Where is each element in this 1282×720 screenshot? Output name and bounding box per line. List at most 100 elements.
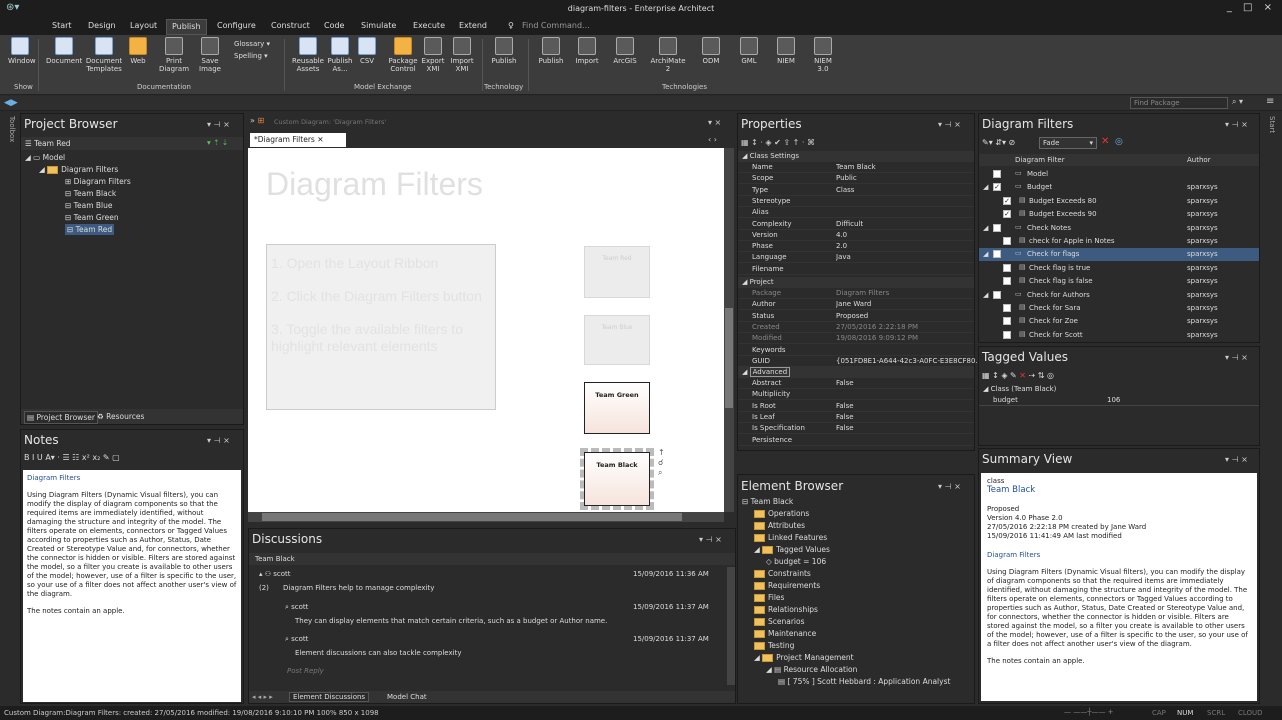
gml-button[interactable]: GML <box>738 37 760 65</box>
panel-controls[interactable]: ▾ ⊣ × <box>207 120 230 129</box>
web-button[interactable]: Web <box>127 37 149 65</box>
expand-icon[interactable]: ◢ <box>983 183 988 191</box>
element-tree-item[interactable]: ◢ Project Management <box>754 653 854 662</box>
panel-controls[interactable]: ▾ ⊣ × <box>1225 353 1248 362</box>
panel-controls[interactable]: ▾ ⊣ × <box>1225 120 1248 129</box>
tag-row[interactable]: budget 106 <box>979 395 1259 406</box>
property-row[interactable]: Phase 2.0 <box>738 241 974 253</box>
tab-extend[interactable]: Extend <box>459 21 487 30</box>
filter-mode-select[interactable]: Fade ▾ <box>1039 137 1097 149</box>
filter-checkbox[interactable] <box>1003 277 1011 286</box>
filter-checkbox[interactable]: ✓ <box>1003 210 1011 219</box>
filter-checkbox[interactable] <box>1003 263 1011 272</box>
filter-row[interactable]: ◢ ▭ Check for Authors sparxsys <box>979 289 1259 302</box>
print-diagram-button[interactable]: Print Diagram <box>156 37 192 73</box>
property-row[interactable]: Alias <box>738 207 974 219</box>
col-header-author[interactable]: Author <box>1187 156 1211 164</box>
property-row[interactable]: Is Root False <box>738 401 974 412</box>
property-row[interactable]: Multiplicity <box>738 389 974 401</box>
filter-row[interactable]: ◢ ✓ ▭ Budget sparxsys <box>979 181 1259 194</box>
filter-row[interactable]: ▤ Check for Scott sparxsys <box>979 329 1259 342</box>
niem3-button[interactable]: NIEM 3.0 <box>810 37 836 73</box>
import-tech-button[interactable]: Import <box>574 37 600 65</box>
element-tree-item[interactable]: Files <box>754 593 784 602</box>
zoom-slider[interactable]: — ——┼—— + <box>1064 708 1114 716</box>
tab-diagram-filters[interactable]: *Diagram Filters ✕ <box>250 133 346 147</box>
element-tree-item[interactable]: ⊟ Team Black <box>742 497 793 506</box>
panel-controls[interactable]: ▾ ⊣ × <box>699 535 722 544</box>
tab-resources[interactable]: ♻ Resources <box>97 412 144 421</box>
tree-item-team-blue[interactable]: ⊟ Team Blue <box>65 201 112 210</box>
filter-row[interactable]: ▤ Check flag is false sparxsys <box>979 275 1259 288</box>
spelling-button[interactable]: Spelling ▾ <box>234 52 268 60</box>
element-tree-item[interactable]: Relationships <box>754 605 818 614</box>
tab-publish[interactable]: Publish <box>166 19 207 35</box>
odm-button[interactable]: ODM <box>700 37 722 65</box>
element-tree-item[interactable]: Attributes <box>754 521 805 530</box>
search-icon[interactable]: ⌕ ▾ <box>1232 97 1243 107</box>
post-reply-link[interactable]: Post Reply <box>287 667 324 675</box>
document-button[interactable]: Document <box>46 37 82 65</box>
filter-checkbox[interactable]: ✓ <box>1003 196 1011 205</box>
horizontal-scrollbar[interactable] <box>248 512 724 522</box>
tree-item-model[interactable]: ◢ ▭ Model <box>25 153 65 162</box>
panel-controls[interactable]: ▾ × <box>708 118 721 127</box>
element-tree-item[interactable]: ◢ Tagged Values <box>754 545 830 554</box>
property-row[interactable]: Keywords <box>738 345 974 356</box>
expand-icon[interactable]: ◢ <box>983 224 988 232</box>
panel-controls[interactable]: ▾ ⊣ × <box>207 436 230 445</box>
filter-checkbox[interactable] <box>1003 304 1011 312</box>
filter-checkbox[interactable] <box>993 250 1001 259</box>
find-command-input[interactable]: Find Command... <box>522 21 590 30</box>
property-row[interactable]: Author Jane Ward <box>738 299 974 311</box>
section-advanced[interactable]: ◢ Advanced <box>738 367 974 378</box>
property-row[interactable]: Modified 19/08/2016 9:09:12 PM <box>738 333 974 345</box>
tag-group[interactable]: ◢ Class (Team Black) <box>983 385 1056 393</box>
root-package-selector[interactable]: ☰ Team Red <box>25 139 71 148</box>
window-button[interactable]: Window <box>8 37 36 65</box>
expand-icon[interactable]: ◢ <box>983 291 988 299</box>
filters-toolbar-icons[interactable]: ✎▾ ⇵▾ ⊘ <box>982 138 1015 147</box>
property-row[interactable]: Stereotype <box>738 196 974 207</box>
tab-code[interactable]: Code <box>324 21 344 30</box>
filter-checkbox[interactable] <box>1003 317 1011 326</box>
window-controls[interactable]: _ □ × <box>1227 2 1276 13</box>
col-header-filter[interactable]: Diagram Filter <box>1015 156 1065 164</box>
property-row[interactable]: Name Team Black <box>738 162 974 173</box>
tab-start[interactable]: Start <box>52 21 72 30</box>
arcgis-button[interactable]: ArcGIS <box>612 37 638 65</box>
property-row[interactable]: Filename <box>738 264 974 275</box>
filter-checkbox[interactable] <box>993 290 1001 299</box>
tab-element-discussions[interactable]: Element Discussions <box>289 692 370 702</box>
tab-design[interactable]: Design <box>88 21 116 30</box>
property-row[interactable]: Type Class <box>738 185 974 196</box>
property-row[interactable]: Complexity Difficult <box>738 219 974 230</box>
publish-as-button[interactable]: Publish As... <box>327 37 353 73</box>
tab-project-browser[interactable]: ▤ Project Browser <box>24 411 98 424</box>
tab-layout[interactable]: Layout <box>130 21 157 30</box>
tree-item-package[interactable]: ◢ Diagram Filters <box>39 165 118 174</box>
package-control-button[interactable]: Package Control <box>386 37 420 73</box>
tab-execute[interactable]: Execute <box>413 21 445 30</box>
quicklinker-icon[interactable]: ↑ ☌ ⌕ <box>658 448 665 478</box>
expand-icon[interactable]: ◢ <box>983 250 988 258</box>
property-row[interactable]: Is Specification False <box>738 423 974 435</box>
menu-icon[interactable]: ≡ <box>1266 96 1274 107</box>
find-package-input[interactable]: Find Package <box>1130 97 1228 109</box>
save-image-button[interactable]: Save Image <box>194 37 226 73</box>
property-row[interactable]: Is Leaf False <box>738 412 974 423</box>
property-row[interactable]: Created 27/05/2016 2:22:18 PM <box>738 322 974 333</box>
section-class-settings[interactable]: ◢ Class Settings <box>738 151 974 162</box>
document-templates-button[interactable]: Document Templates <box>84 37 124 73</box>
element-team-red[interactable]: Team Red <box>584 246 650 298</box>
filter-checkbox[interactable] <box>1003 330 1011 339</box>
element-tree-item[interactable]: Constraints <box>754 569 811 578</box>
tab-configure[interactable]: Configure <box>217 21 256 30</box>
delete-filter-icon[interactable]: ✕ <box>1101 136 1109 147</box>
tree-item-diagram[interactable]: ⊞ Diagram Filters <box>65 177 131 186</box>
publish-tech-button[interactable]: Publish <box>536 37 566 65</box>
diagram-canvas[interactable]: Diagram Filters 1. Open the Layout Ribbo… <box>248 148 724 512</box>
filter-row[interactable]: ◢ ▭ Check Notes sparxsys <box>979 222 1259 235</box>
archimate-button[interactable]: ArchiMate 2 <box>648 37 688 73</box>
element-tree-item[interactable]: ◇ budget = 106 <box>766 557 826 566</box>
